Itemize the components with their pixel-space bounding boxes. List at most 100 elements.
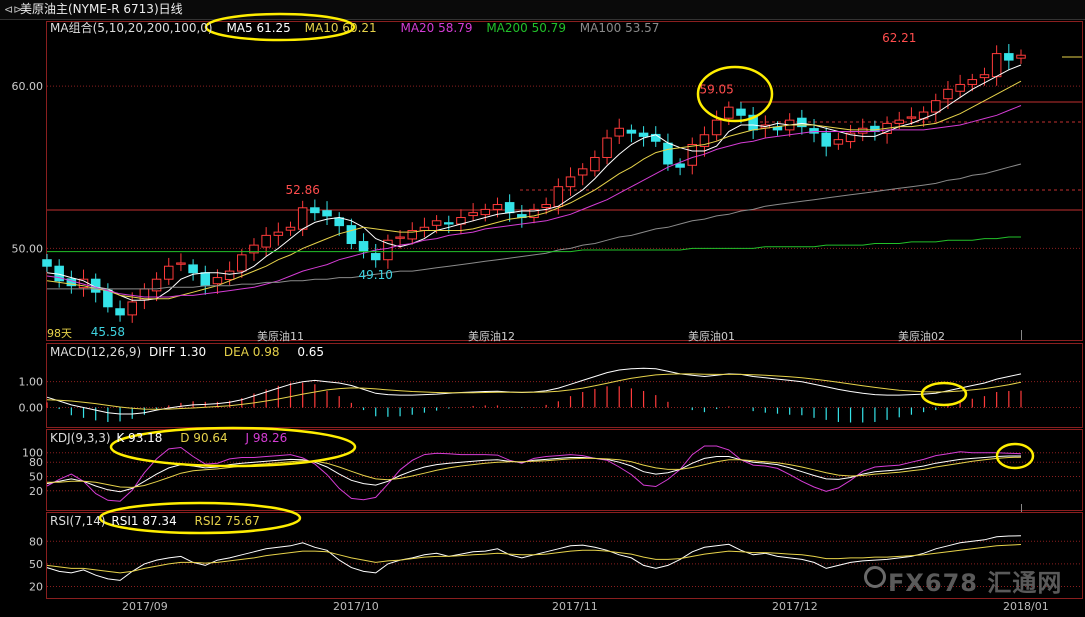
- candle-body: [577, 168, 588, 176]
- candle-body: [687, 143, 698, 166]
- contract-label-4: 美原油02: [898, 330, 945, 343]
- candle-body: [590, 156, 600, 172]
- candle-body: [565, 176, 576, 188]
- rsi-ytick-label: 80: [29, 535, 43, 548]
- legend-ma10: MA10 60.21: [304, 21, 377, 35]
- candle-body: [115, 308, 125, 316]
- contract-label-3: 美原油01: [688, 330, 735, 343]
- macd-ytick-label: 0.00: [19, 402, 44, 415]
- legend-ma100: MA100 53.57: [579, 21, 660, 35]
- rsi-legend-rsi1: RSI1 87.34: [111, 514, 177, 528]
- contract-label-1: 美原油11: [257, 330, 304, 343]
- line-d: [47, 456, 1022, 488]
- price-annotation: 45.58: [91, 325, 125, 339]
- candle-body: [176, 262, 186, 265]
- candle-body: [1004, 53, 1014, 61]
- main-legend: MA组合(5,10,20,200,100,0) MA5 61.25 MA10 6…: [50, 21, 669, 35]
- rsi-ytick-label: 50: [29, 558, 43, 571]
- candle-body: [310, 207, 320, 214]
- main-ytick-label: 60.00: [12, 80, 44, 93]
- macd-legend-dea: DEA 0.98: [223, 345, 280, 359]
- candle-body: [224, 270, 235, 281]
- candle-body: [541, 204, 551, 208]
- candle-body: [492, 204, 503, 210]
- candle-body: [833, 139, 844, 145]
- candle-body: [991, 53, 1002, 78]
- price-annotation: 62.21: [882, 31, 916, 45]
- main-legend-label: MA组合(5,10,20,200,100,0): [50, 21, 213, 35]
- macd-ytick-label: 1.00: [19, 376, 44, 389]
- candle-body: [711, 119, 722, 136]
- candle-body: [504, 202, 515, 214]
- line-ma200: [47, 236, 1021, 253]
- kdj-legend-d: D 90.64: [180, 431, 228, 445]
- date-label-3: 2017/11: [552, 600, 598, 613]
- candle-body: [809, 128, 819, 134]
- price-annotation: 49.10: [359, 268, 393, 282]
- candle-body: [1016, 54, 1026, 59]
- main-ytick-label: 50.00: [12, 242, 44, 255]
- rsi-legend-rsi2: RSI2 75.67: [194, 514, 260, 528]
- candle-body: [955, 83, 965, 92]
- kdj-legend-k: K 93.18: [116, 431, 163, 445]
- candle-body: [42, 259, 52, 267]
- kdj-ytick-label: 20: [29, 485, 43, 498]
- candle-body: [906, 116, 917, 119]
- candle-body: [334, 217, 344, 227]
- legend-ma200: MA200 50.79: [486, 21, 566, 35]
- candle-body: [894, 119, 905, 124]
- candle-body: [553, 186, 564, 207]
- legend-ma20: MA20 58.79: [400, 21, 473, 35]
- candle-body: [979, 74, 990, 79]
- kdj-ytick-label: 50: [29, 471, 43, 484]
- price-annotation: 52.86: [285, 183, 319, 197]
- candle-body: [273, 231, 284, 236]
- candle-body: [285, 226, 296, 231]
- candle-body: [736, 108, 746, 116]
- candle-body: [163, 265, 174, 280]
- contract-label-2: 美原油12: [468, 330, 515, 343]
- candle-body: [663, 142, 673, 165]
- candle-body: [626, 129, 637, 134]
- candle-body: [322, 210, 332, 217]
- candle-body: [346, 225, 357, 244]
- date-label-2: 2017/10: [333, 600, 379, 613]
- candle-body: [857, 127, 868, 134]
- candle-body: [127, 301, 137, 316]
- legend-ma5: MA5 61.25: [226, 21, 291, 35]
- price-annotation: 59.05: [699, 82, 733, 96]
- pane-frame-main: [46, 21, 1083, 341]
- watermark: FX678 汇通网: [862, 563, 1062, 598]
- days-label: 98天: [47, 327, 72, 340]
- candle-body: [614, 127, 624, 137]
- candle-body: [188, 264, 198, 274]
- candle-body: [821, 132, 831, 147]
- date-label-4: 2017/12: [772, 600, 818, 613]
- candle-body: [237, 254, 247, 272]
- candle-body: [395, 236, 405, 239]
- candle-body: [358, 241, 369, 253]
- candle-body: [103, 289, 113, 308]
- kdj-legend-label: KDJ(9,3,3): [50, 431, 111, 445]
- date-label-5: 2018/01: [1003, 600, 1049, 613]
- candle-body: [602, 137, 612, 158]
- candle-body: [480, 208, 491, 216]
- kdj-legend-j: J 98.26: [245, 431, 288, 445]
- macd-legend-diff: DIFF 1.30: [148, 345, 207, 359]
- kdj-legend: KDJ(9,3,3) K 93.18 D 90.64 J 98.26: [50, 431, 297, 445]
- candle-body: [967, 79, 978, 85]
- candle-body: [943, 88, 953, 100]
- rsi-ytick-label: 20: [29, 580, 43, 593]
- date-label-1: 2017/09: [122, 600, 168, 613]
- rsi-legend-label: RSI(7,14): [50, 514, 106, 528]
- macd-legend: MACD(12,26,9) DIFF 1.30 DEA 0.98 0.65: [50, 345, 334, 359]
- candle-body: [468, 212, 478, 217]
- candle-body: [638, 132, 649, 137]
- candle-body: [675, 163, 685, 168]
- candle-body: [444, 222, 454, 225]
- candle-body: [261, 234, 271, 248]
- kdj-ytick-label: 100: [22, 447, 43, 460]
- candle-body: [370, 253, 381, 261]
- watermark-text: FX678 汇通网: [888, 569, 1063, 597]
- macd-legend-macd: 0.65: [297, 345, 325, 359]
